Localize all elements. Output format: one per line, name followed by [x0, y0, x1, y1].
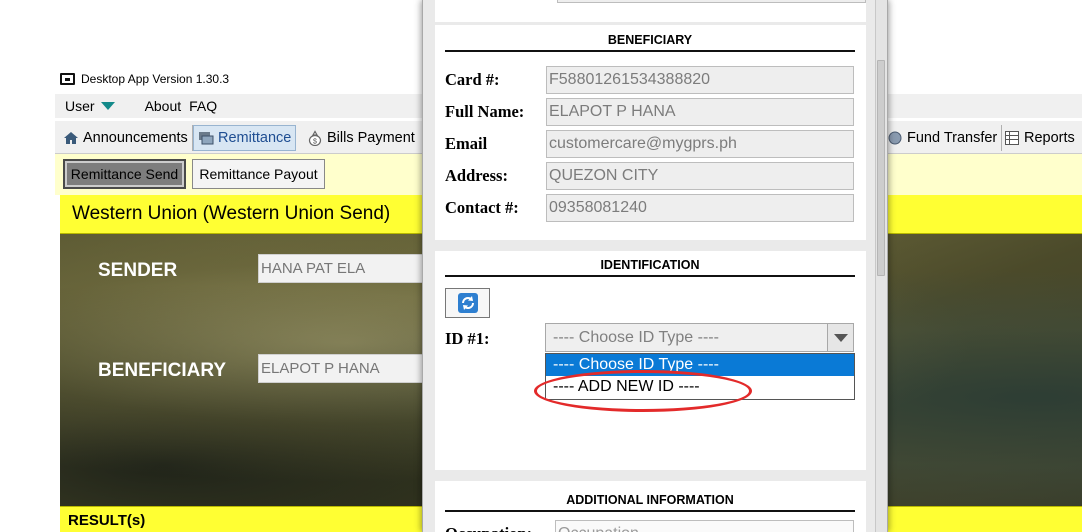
menu-user[interactable]: User	[55, 94, 125, 118]
sender-label: SENDER	[98, 260, 178, 281]
occupation-field[interactable]: Occupation	[555, 519, 854, 532]
dialog-scrollbar-thumb[interactable]	[877, 60, 885, 276]
tab-bills-payment-label: Bills Payment	[327, 130, 415, 146]
tab-reports[interactable]: Reports	[1000, 125, 1079, 151]
menu-about[interactable]: About	[135, 94, 186, 118]
remittance-send-button[interactable]: Remittance Send	[63, 159, 186, 189]
identification-section-title: IDENTIFICATION	[445, 258, 855, 277]
window-icon	[60, 73, 75, 85]
money-bag-icon: $	[308, 130, 322, 146]
refresh-button[interactable]	[445, 288, 490, 318]
previous-section-panel	[435, 0, 866, 22]
full-name-row: Full Name: ELAPOT P HANA	[445, 97, 856, 126]
email-row: Email customercare@mygprs.ph	[445, 129, 856, 158]
remittance-icon	[199, 132, 214, 145]
tab-fund-transfer-label: Fund Transfer	[907, 130, 998, 146]
additional-info-section-title: ADDITIONAL INFORMATION	[445, 493, 855, 512]
sender-field[interactable]: HANA PAT ELA	[258, 254, 423, 283]
tab-bills-payment[interactable]: $ Bills Payment	[303, 125, 419, 151]
tab-remittance-label: Remittance	[218, 130, 292, 146]
contact-field[interactable]: 09358081240	[546, 193, 854, 222]
fund-transfer-icon	[888, 131, 902, 145]
address-label: Address:	[445, 165, 508, 185]
tab-fund-transfer[interactable]: Fund Transfer	[883, 125, 1003, 151]
card-number-field[interactable]: F58801261534388820	[546, 65, 854, 94]
menu-faq[interactable]: FAQ	[185, 94, 227, 118]
card-number-row: Card #: F58801261534388820	[445, 65, 856, 94]
remittance-payout-button[interactable]: Remittance Payout	[192, 159, 325, 189]
beneficiary-section-title: BENEFICIARY	[445, 33, 855, 52]
tab-reports-label: Reports	[1024, 130, 1075, 146]
card-number-label: Card #:	[445, 69, 500, 89]
address-row: Address: QUEZON CITY	[445, 161, 856, 190]
tab-announcements-label: Announcements	[83, 130, 188, 146]
full-name-label: Full Name:	[445, 101, 525, 121]
contact-row: Contact #: 09358081240	[445, 193, 856, 222]
refresh-icon	[457, 293, 478, 313]
beneficiary-dialog: BENEFICIARY Card #: F58801261534388820 F…	[422, 0, 888, 532]
contact-label: Contact #:	[445, 197, 519, 217]
menu-user-label: User	[65, 98, 95, 114]
dialog-scrollbar[interactable]	[875, 0, 887, 532]
home-icon	[64, 132, 78, 144]
beneficiary-field[interactable]: ELAPOT P HANA	[258, 354, 423, 383]
email-label: Email	[445, 133, 488, 153]
screen: Desktop App Version 1.30.3 User About FA…	[0, 0, 1082, 532]
highlight-annotation	[534, 370, 752, 412]
dropdown-arrow-icon[interactable]	[827, 324, 853, 351]
occupation-label: Occupation:	[445, 524, 546, 532]
full-name-field[interactable]: ELAPOT P HANA	[546, 97, 854, 126]
occupation-row: Occupation: Occupation	[445, 519, 856, 532]
tab-announcements[interactable]: Announcements	[59, 125, 193, 151]
app-title: Desktop App Version 1.30.3	[81, 72, 230, 86]
identification-section: IDENTIFICATION ID #1: ---- Choose ID Typ…	[435, 251, 866, 470]
previous-field	[557, 0, 866, 3]
id-type-label: ID #1:	[445, 329, 490, 348]
svg-text:$: $	[313, 139, 317, 146]
beneficiary-label: BENEFICIARY	[98, 360, 227, 381]
app-titlebar: Desktop App Version 1.30.3	[60, 70, 229, 88]
id-type-select-value: ---- Choose ID Type ----	[553, 328, 719, 346]
beneficiary-section: BENEFICIARY Card #: F58801261534388820 F…	[435, 25, 866, 240]
tab-remittance[interactable]: Remittance	[193, 125, 297, 151]
address-field[interactable]: QUEZON CITY	[546, 161, 854, 190]
reports-icon	[1005, 131, 1019, 145]
email-field[interactable]: customercare@mygprs.ph	[546, 129, 854, 158]
caret-down-icon	[100, 102, 115, 110]
id-type-select[interactable]: ---- Choose ID Type ----	[545, 323, 854, 352]
additional-info-section: ADDITIONAL INFORMATION Occupation: Occup…	[435, 481, 866, 532]
